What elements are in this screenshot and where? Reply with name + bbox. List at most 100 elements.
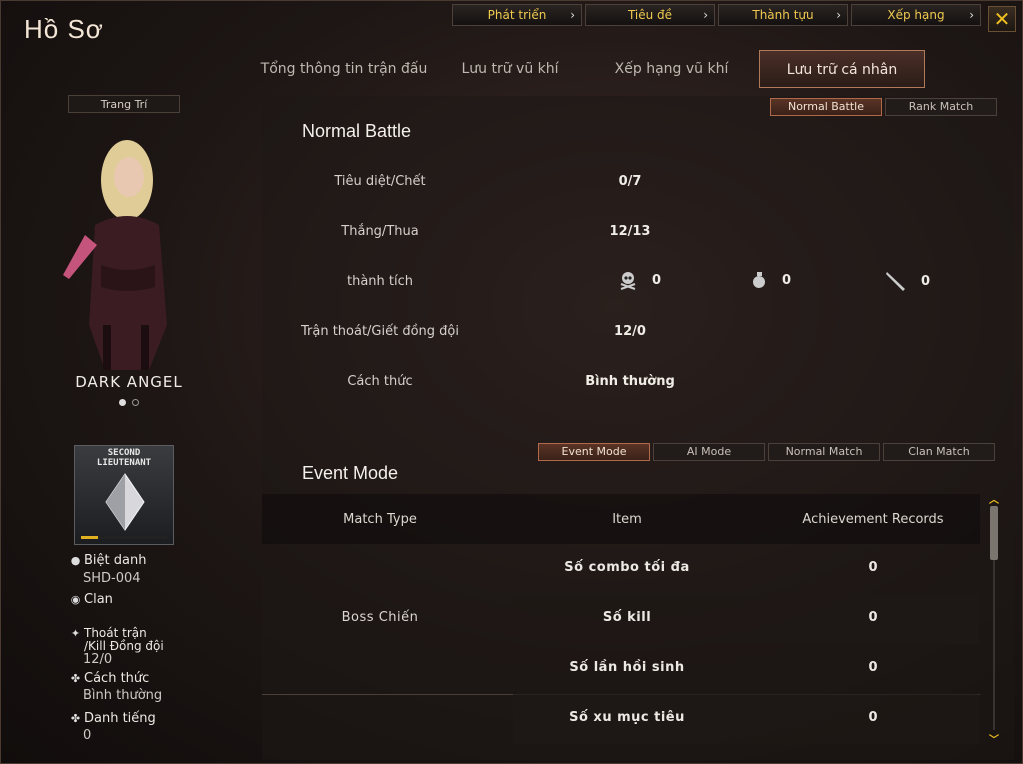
character-name: DARK ANGEL <box>75 373 183 391</box>
event-mode-switch: Event Mode AI Mode Normal Match Clan Mat… <box>538 443 995 461</box>
nickname-section: ● Biệt danh SHD-004 <box>70 553 147 586</box>
reputation-value: 0 <box>83 728 92 743</box>
nickname-value: SHD-004 <box>83 571 141 586</box>
knife-count: 0 <box>921 273 931 289</box>
clover-icon: ✤ <box>70 672 81 685</box>
nav-achievement-button[interactable]: Thành tựu › <box>718 4 848 26</box>
stat-label: Cách thức <box>347 374 413 389</box>
event-table-header: Match Type Item Achievement Records <box>262 494 980 544</box>
record-cell: 0 <box>868 560 878 575</box>
record-cell: 0 <box>868 710 878 725</box>
skin-pager <box>119 399 139 406</box>
pager-dot[interactable] <box>132 399 139 406</box>
style-value: Bình thường <box>83 688 163 703</box>
stat-value: 12/13 <box>609 224 651 239</box>
pager-dot-active[interactable] <box>119 399 126 406</box>
chevron-right-icon: › <box>703 8 708 22</box>
table-row: Số kill 0 <box>513 594 979 644</box>
normal-battle-button[interactable]: Normal Battle <box>770 98 882 116</box>
scroll-thumb[interactable] <box>990 506 998 560</box>
event-mode-button[interactable]: Event Mode <box>538 443 650 461</box>
stat-value: Bình thường <box>585 374 675 389</box>
clan-match-button[interactable]: Clan Match <box>883 443 995 461</box>
rank-title-line2: LIEUTENANT <box>96 458 152 468</box>
headshot-count: 0 <box>652 272 662 288</box>
clan-section: ◉ Clan <box>70 592 113 607</box>
item-cell: Số combo tối đa <box>564 560 690 575</box>
column-header-records: Achievement Records <box>802 512 944 527</box>
stat-label: thành tích <box>346 274 413 289</box>
grenade-icon <box>753 272 765 288</box>
style-label: Cách thức <box>84 671 150 686</box>
character-portrait <box>63 140 167 370</box>
column-header-match-type: Match Type <box>343 512 417 527</box>
rank-title-line1: SECOND <box>107 448 141 458</box>
reputation-label: Danh tiếng <box>84 711 156 726</box>
close-icon[interactable]: ✕ <box>988 6 1016 32</box>
tab-bar: Tổng thông tin trận đấu Lưu trữ vũ khí X… <box>252 50 925 88</box>
stat-row-escape: Trận thoát/Giết đồng đội 12/0 <box>300 308 940 358</box>
match-type-cell: Boss Chiến <box>341 610 419 625</box>
rank-diamond-icon <box>105 473 145 531</box>
nav-develop-button[interactable]: Phát triển › <box>452 4 582 26</box>
knife-icon <box>886 272 905 291</box>
table-row: Số combo tối đa 0 <box>513 544 979 594</box>
clan-icon: ◉ <box>70 593 81 606</box>
tab-match-summary[interactable]: Tổng thông tin trận đấu <box>252 50 436 88</box>
normal-battle-title: Normal Battle <box>302 121 412 141</box>
tab-personal-records[interactable]: Lưu trữ cá nhân <box>759 50 925 88</box>
stat-row-style: Cách thức Bình thường <box>300 358 940 408</box>
column-header-item: Item <box>612 512 642 527</box>
grenade-count: 0 <box>782 272 792 288</box>
scroll-up-icon[interactable]: ︿ <box>988 496 1000 506</box>
stat-value: 12/0 <box>614 324 646 339</box>
tab-weapon-ranking[interactable]: Xếp hạng vũ khí <box>584 50 759 88</box>
skull-icon <box>620 272 636 290</box>
headshot-achievement: 0 <box>618 270 661 290</box>
clan-label: Clan <box>84 592 113 607</box>
battle-mode-switch: Normal Battle Rank Match <box>770 98 997 116</box>
clover-icon: ✤ <box>70 712 81 725</box>
reputation-section: ✤ Danh tiếng 0 <box>70 711 156 743</box>
nav-ranking-button[interactable]: Xếp hạng › <box>851 4 981 26</box>
top-nav: Phát triển › Tiêu đề › Thành tựu › Xếp hạng… <box>452 4 981 26</box>
table-row: Số lần hồi sinh 0 <box>513 644 979 694</box>
style-section: ✤ Cách thức Bình thường <box>70 671 162 703</box>
stat-label: Thắng/Thua <box>341 224 419 239</box>
nav-title-button[interactable]: Tiêu đề › <box>585 4 715 26</box>
character-panel: Trang Trí DARK ANGEL SECOND LIEUTENANT ●… <box>0 90 255 760</box>
item-cell: Số xu mục tiêu <box>569 710 685 725</box>
record-cell: 0 <box>868 610 878 625</box>
ai-mode-button[interactable]: AI Mode <box>653 443 765 461</box>
chevron-right-icon: › <box>969 8 974 22</box>
escape-section: ✦ Thoát trận /Kill Đồng đội 12/0 <box>70 627 164 667</box>
stat-row-kill-death: Tiêu diệt/Chết 0/7 <box>300 158 940 208</box>
knife-achievement: 0 <box>885 270 930 292</box>
chevron-right-icon: › <box>836 8 841 22</box>
item-cell: Số lần hồi sinh <box>569 660 685 675</box>
nickname-label: Biệt danh <box>84 553 147 568</box>
person-icon: ● <box>70 554 81 567</box>
runner-icon: ✦ <box>70 627 81 640</box>
window-title: Hồ Sơ <box>24 14 104 44</box>
rank-badge: SECOND LIEUTENANT <box>74 445 174 545</box>
stat-row-win-loss: Thắng/Thua 12/13 <box>300 208 940 258</box>
item-cell: Số kill <box>602 610 652 625</box>
event-table-scrollbar[interactable]: ︿ ﹀ <box>988 496 1000 746</box>
decoration-button[interactable]: Trang Trí <box>68 95 180 113</box>
escape-value: 12/0 <box>83 652 113 667</box>
event-mode-title: Event Mode <box>302 463 399 483</box>
tab-weapon-records[interactable]: Lưu trữ vũ khí <box>436 50 584 88</box>
stat-value: 0/7 <box>618 174 642 189</box>
stat-row-achievement: thành tích 0 0 0 <box>300 258 940 308</box>
record-cell: 0 <box>868 660 878 675</box>
normal-match-button[interactable]: Normal Match <box>768 443 880 461</box>
chevron-right-icon: › <box>570 8 575 22</box>
table-row: Số xu mục tiêu 0 <box>513 694 979 744</box>
scroll-down-icon[interactable]: ﹀ <box>988 736 1000 746</box>
rank-progress <box>81 536 167 539</box>
stat-label: Trận thoát/Giết đồng đội <box>300 324 459 339</box>
stat-label: Tiêu diệt/Chết <box>334 174 426 189</box>
grenade-achievement: 0 <box>750 270 791 290</box>
rank-match-button[interactable]: Rank Match <box>885 98 997 116</box>
